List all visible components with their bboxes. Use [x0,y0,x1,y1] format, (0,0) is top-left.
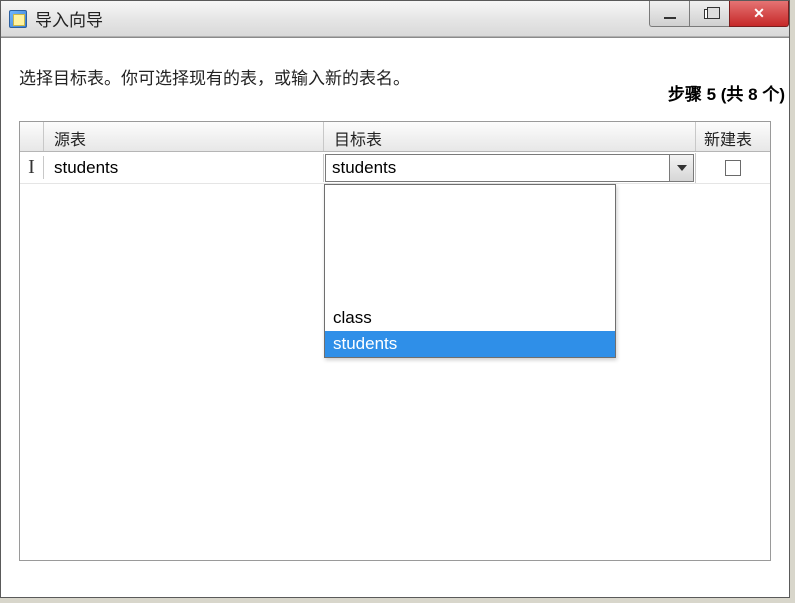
close-icon: ✕ [753,5,765,22]
combobox-dropdown-button[interactable] [669,155,693,181]
target-table-cell [324,153,696,183]
dropdown-blank-area [325,185,615,305]
new-table-checkbox[interactable] [725,160,741,176]
target-table-dropdown-list[interactable]: class students [324,184,616,358]
mapping-grid: 源表 目标表 新建表 I students [19,121,771,561]
maximize-icon [704,9,715,19]
column-header-source: 源表 [44,122,324,151]
row-cursor-icon: I [20,156,44,179]
close-button[interactable]: ✕ [729,1,789,27]
content-pane: 步骤 5 (共 8 个) 选择目标表。你可选择现有的表，或输入新的表名。 源表 … [1,37,789,597]
window-title: 导入向导 [35,6,103,31]
column-header-new-table: 新建表 [696,122,770,151]
column-header-target: 目标表 [324,122,696,151]
grid-header: 源表 目标表 新建表 [20,122,770,152]
step-indicator: 步骤 5 (共 8 个) [668,80,785,105]
new-table-cell [696,156,770,180]
column-gutter [20,122,44,151]
target-table-input[interactable] [326,155,669,181]
target-table-combobox[interactable] [325,154,694,182]
minimize-icon [664,17,676,19]
table-row: I students [20,152,770,184]
maximize-button[interactable] [689,1,729,27]
source-table-cell: students [44,154,324,182]
app-icon [9,10,27,28]
dropdown-option-selected[interactable]: students [325,331,615,357]
app-window: 导入向导 ✕ 步骤 5 (共 8 个) 选择目标表。你可选择现有的表，或输入新的… [0,0,790,598]
titlebar: 导入向导 ✕ [1,1,789,37]
minimize-button[interactable] [649,1,689,27]
chevron-down-icon [677,165,687,171]
dropdown-option[interactable]: class [325,305,615,331]
window-system-buttons: ✕ [649,1,789,29]
